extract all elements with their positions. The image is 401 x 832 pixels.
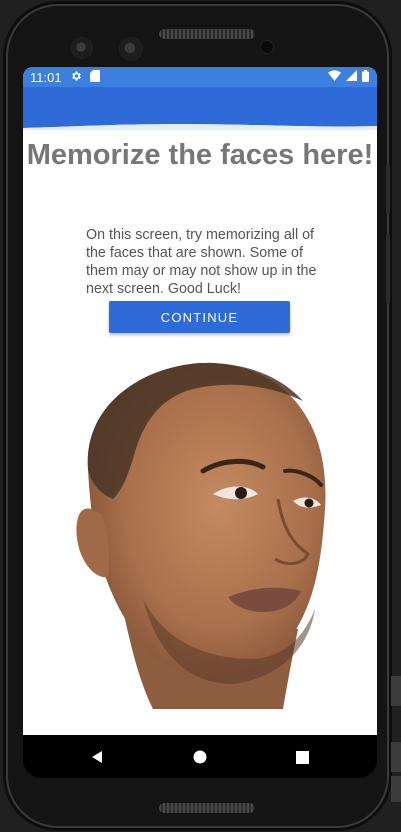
- gear-icon: [70, 70, 82, 85]
- face-photo: [76, 362, 326, 709]
- wifi-icon: [328, 70, 341, 84]
- emulator-toolbar-button[interactable]: [391, 676, 401, 706]
- home-icon[interactable]: [192, 749, 208, 765]
- emulator-toolbar-button[interactable]: [391, 776, 401, 802]
- proximity-sensor-icon: [261, 41, 273, 53]
- power-button[interactable]: [386, 234, 390, 304]
- status-bar: 11:01: [23, 67, 377, 87]
- page-title: Memorize the faces here!: [26, 139, 374, 171]
- back-icon[interactable]: [89, 749, 105, 765]
- battery-icon: [362, 69, 369, 85]
- front-camera-icon: [120, 38, 142, 60]
- instructions-text: On this screen, try memorizing all of th…: [86, 227, 317, 297]
- navigation-bar: [23, 735, 377, 778]
- sd-card-icon: [89, 69, 100, 85]
- status-time: 11:01: [30, 69, 62, 85]
- volume-button[interactable]: [386, 164, 390, 214]
- top-speaker-grille: [159, 29, 255, 39]
- app-bar-wave: [23, 87, 377, 130]
- front-camera-icon: [72, 38, 92, 58]
- bottom-speaker-grille: [159, 803, 255, 813]
- continue-button[interactable]: CONTINUE: [109, 301, 290, 333]
- app-screen: 11:01 Memorize the faces here! On this s…: [23, 67, 377, 735]
- emulator-toolbar-button[interactable]: [391, 742, 401, 772]
- recents-icon[interactable]: [294, 749, 310, 765]
- cellular-signal-icon: [346, 70, 357, 84]
